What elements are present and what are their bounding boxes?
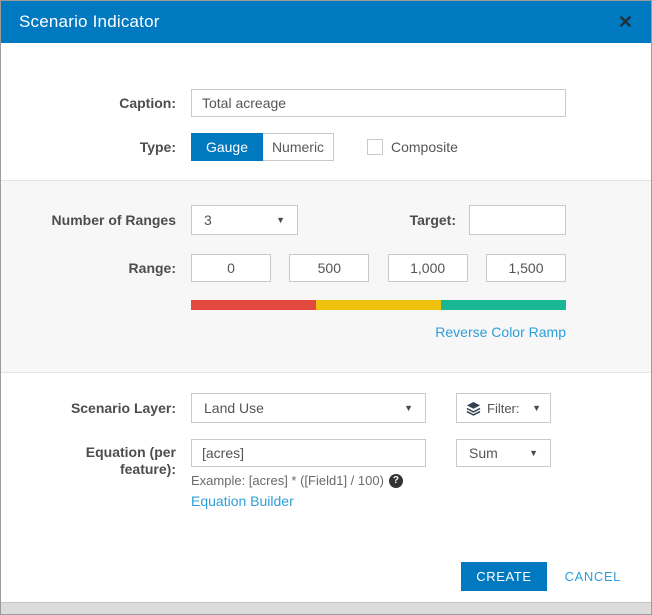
caption-label: Caption: [119,94,176,111]
color-ramp-row [1,282,651,310]
equation-builder-link[interactable]: Equation Builder [191,493,294,509]
chevron-down-icon: ▼ [532,403,541,413]
dialog-title: Scenario Indicator [19,12,160,31]
type-option-numeric[interactable]: Numeric [263,133,334,161]
caption-row: Caption: [1,89,651,117]
type-row: Type: Gauge Numeric Composite [1,133,651,161]
type-option-gauge[interactable]: Gauge [191,133,263,161]
number-of-ranges-value: 3 [204,212,212,228]
range-label: Range: [128,259,176,276]
ramp-segment-green [441,300,566,310]
type-segmented-control: Gauge Numeric [191,133,334,161]
ramp-segment-yellow [316,300,441,310]
range-input-2[interactable] [289,254,370,282]
help-icon[interactable]: ? [388,473,403,488]
color-ramp [191,300,566,310]
page-background-strip [1,602,651,614]
chevron-down-icon: ▼ [276,215,285,225]
filter-label: Filter: [487,400,520,416]
ranges-section: Number of Ranges 3 ▼ Target: Range: 0 50… [1,180,651,373]
scenario-layer-row: Scenario Layer: Land Use ▼ Filter: ▼ [1,393,651,423]
dialog-titlebar: Scenario Indicator ✕ [1,1,651,43]
range-row: Range: [1,254,651,282]
target-input[interactable] [469,205,566,235]
reverse-ramp-row: Reverse Color Ramp [1,310,651,342]
range-input-1[interactable] [191,254,271,282]
chevron-down-icon: ▼ [404,403,413,413]
number-of-ranges-row: Number of Ranges 3 ▼ Target: [1,205,651,235]
target-label: Target: [409,212,456,228]
type-label: Type: [139,138,176,155]
close-icon[interactable]: ✕ [618,13,633,31]
filter-button[interactable]: Filter: ▼ [456,393,551,423]
range-input-4[interactable] [485,254,566,282]
scenario-layer-value: Land Use [204,400,264,416]
scenario-layer-select[interactable]: Land Use ▼ [191,393,426,423]
dialog-body: Caption: Type: Gauge Numeric Composite N… [1,43,651,602]
layers-icon [466,401,481,416]
composite-checkbox[interactable] [367,139,383,155]
composite-label: Composite [391,139,458,155]
aggregation-select[interactable]: Sum ▼ [456,439,551,467]
aggregation-value: Sum [469,445,498,461]
ramp-segment-red [191,300,316,310]
create-button[interactable]: CREATE [461,562,547,591]
caption-input[interactable] [191,89,566,117]
number-of-ranges-label: Number of Ranges [51,211,176,228]
equation-input[interactable] [191,439,426,467]
scenario-indicator-dialog: Scenario Indicator ✕ Caption: Type: Gaug… [0,0,652,615]
equation-label: Equation (per feature): [85,444,176,477]
chevron-down-icon: ▼ [529,448,538,458]
scenario-layer-label: Scenario Layer: [70,399,176,416]
number-of-ranges-select[interactable]: 3 ▼ [191,205,298,235]
equation-example: Example: [acres] * ([Field1] / 100) ? [191,473,426,488]
dialog-footer: CREATE CANCEL [1,562,651,591]
cancel-button[interactable]: CANCEL [565,569,621,584]
equation-row: Equation (per feature): Example: [acres]… [1,439,651,511]
range-input-3[interactable] [387,254,468,282]
reverse-color-ramp-link[interactable]: Reverse Color Ramp [435,324,566,340]
